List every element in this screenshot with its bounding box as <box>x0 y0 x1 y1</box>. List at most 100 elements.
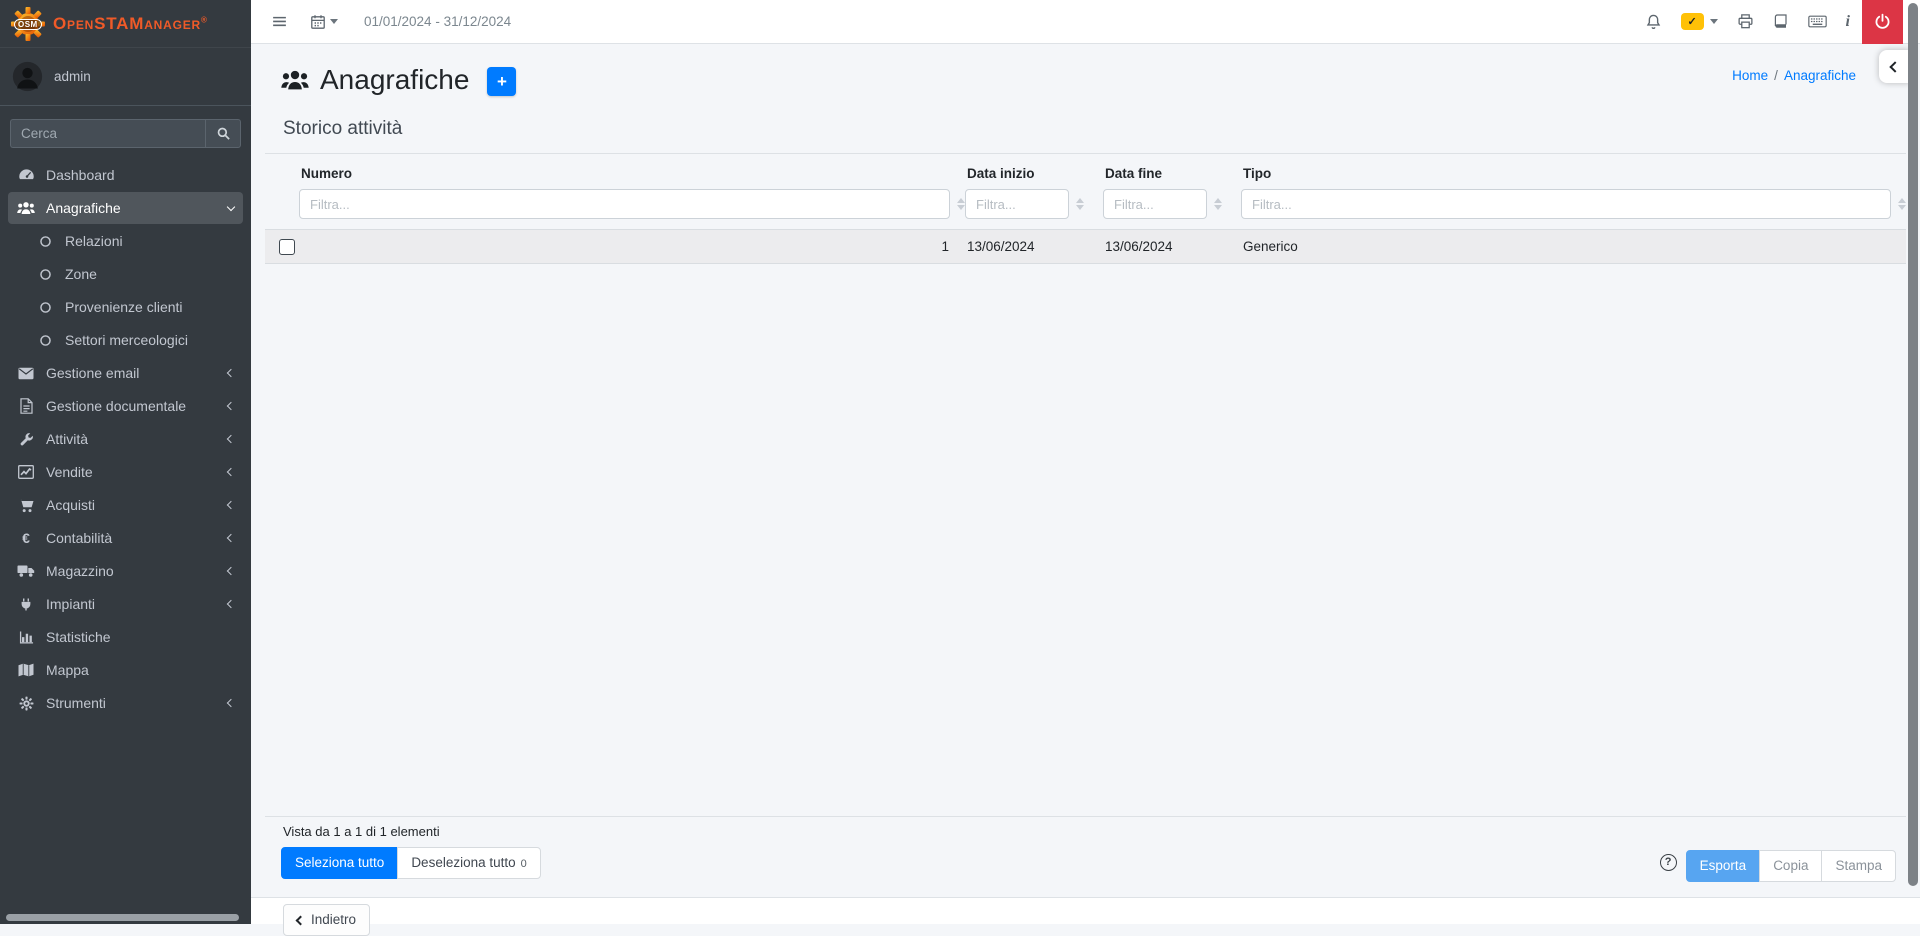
sidebar-item-provenienze-clienti[interactable]: Provenienze clienti <box>8 291 243 323</box>
sidebar-item-gestione-email[interactable]: Gestione email <box>8 357 243 389</box>
column-header-tipo[interactable]: Tipo <box>1241 154 1906 187</box>
vertical-scrollbar[interactable] <box>1908 3 1918 886</box>
users-icon <box>281 69 309 91</box>
back-button[interactable]: Indietro <box>283 904 371 936</box>
breadcrumb-current[interactable]: Anagrafiche <box>1784 68 1856 83</box>
date-range[interactable]: 01/01/2024 - 31/12/2024 <box>364 14 511 29</box>
sidebar-item-contabilita[interactable]: € Contabilità <box>8 522 243 554</box>
chart-bar-icon <box>17 630 35 645</box>
sidebar-item-impianti[interactable]: Impianti <box>8 588 243 620</box>
circle-icon <box>36 235 54 248</box>
calendar-icon <box>310 14 326 30</box>
envelope-icon <box>17 367 35 380</box>
list-footer: Vista da 1 a 1 di 1 elementi Seleziona t… <box>281 817 1896 883</box>
sidebar-item-label: Gestione documentale <box>46 398 187 414</box>
sidebar-item-dashboard[interactable]: Dashboard <box>8 158 243 191</box>
side-panel-toggle[interactable] <box>1879 50 1910 83</box>
deselect-all-button[interactable]: Deseleziona tutto 0 <box>397 847 541 880</box>
table-row[interactable]: 1 13/06/2024 13/06/2024 Generico <box>265 229 1906 264</box>
chevron-left-icon <box>226 368 236 378</box>
user-panel[interactable]: admin <box>0 48 251 106</box>
search-icon <box>216 126 231 141</box>
caret-down-icon <box>1709 19 1718 24</box>
section-title: Storico attività <box>283 118 403 139</box>
registered-mark: ® <box>201 14 208 24</box>
info-icon[interactable]: i <box>1846 13 1850 31</box>
search-input[interactable] <box>10 119 205 148</box>
avatar <box>12 61 43 92</box>
sidebar-item-label: Relazioni <box>65 233 123 249</box>
chevron-left-icon <box>226 467 236 477</box>
truck-icon <box>17 564 35 578</box>
bell-icon[interactable] <box>1645 13 1662 31</box>
page-footer: Indietro <box>251 897 1920 936</box>
filter-input-data-inizio[interactable] <box>965 189 1069 219</box>
chevron-left-icon <box>1888 60 1901 73</box>
page-title: Anagrafiche <box>320 63 470 95</box>
power-icon <box>1874 13 1891 30</box>
brand-name: OpenSTAManager® <box>53 13 208 33</box>
circle-icon <box>36 268 54 281</box>
sidebar-item-settori-merceologici[interactable]: Settori merceologici <box>8 324 243 356</box>
sidebar-item-vendite[interactable]: Vendite <box>8 456 243 488</box>
search-button[interactable] <box>205 119 241 148</box>
sort-arrows-icon[interactable] <box>1076 198 1084 210</box>
chevron-left-icon <box>226 434 236 444</box>
select-all-button[interactable]: Seleziona tutto <box>281 847 399 880</box>
sidebar-item-relazioni[interactable]: Relazioni <box>8 225 243 257</box>
sidebar-item-label: Impianti <box>46 596 96 612</box>
page-header: Anagrafiche + Home / Anagrafiche <box>281 64 1896 96</box>
sort-arrows-icon[interactable] <box>1898 198 1906 210</box>
sidebar-item-label: Vendite <box>46 464 93 480</box>
sidebar-item-label: Gestione email <box>46 365 140 381</box>
caret-down-icon <box>330 19 338 24</box>
sidebar-item-statistiche[interactable]: Statistiche <box>8 621 243 653</box>
sidebar-item-gestione-documentale[interactable]: Gestione documentale <box>8 390 243 422</box>
sort-arrows-icon[interactable] <box>957 198 965 210</box>
sidebar-item-label: Zone <box>65 266 97 282</box>
printer-icon[interactable] <box>1737 13 1754 30</box>
row-checkbox[interactable] <box>279 238 295 255</box>
print-button[interactable]: Stampa <box>1821 850 1896 883</box>
chevron-left-icon <box>226 566 236 576</box>
chart-line-icon <box>17 465 35 479</box>
hamburger-menu-icon[interactable] <box>271 13 288 30</box>
sort-arrows-icon[interactable] <box>1214 198 1222 210</box>
sidebar-item-label: Mappa <box>46 662 89 678</box>
circle-icon <box>36 334 54 347</box>
breadcrumb-home-link[interactable]: Home <box>1732 68 1768 83</box>
sidebar-item-label: Anagrafiche <box>46 200 121 216</box>
sidebar-item-strumenti[interactable]: Strumenti <box>8 687 243 719</box>
export-button[interactable]: Esporta <box>1685 850 1761 883</box>
filter-input-data-fine[interactable] <box>1103 189 1207 219</box>
sidebar-item-label: Dashboard <box>46 166 115 183</box>
logout-button[interactable] <box>1862 0 1903 44</box>
cell-numero: 1 <box>941 239 949 254</box>
column-header-numero[interactable]: Numero <box>299 154 965 187</box>
sidebar-item-attivita[interactable]: Attività <box>8 423 243 455</box>
sidebar-horizontal-scrollbar[interactable] <box>6 914 239 921</box>
sidebar-item-label: Contabilità <box>46 530 113 546</box>
copy-button[interactable]: Copia <box>1759 850 1823 883</box>
update-status[interactable]: ✓ <box>1680 13 1718 30</box>
sidebar-item-acquisti[interactable]: Acquisti <box>8 489 243 521</box>
calendar-picker[interactable] <box>310 14 338 30</box>
book-icon[interactable] <box>1773 13 1789 30</box>
sidebar-item-label: Statistiche <box>46 629 111 645</box>
cell-data-inizio: 13/06/2024 <box>967 239 1035 254</box>
filter-input-numero[interactable] <box>299 189 950 219</box>
map-icon <box>17 663 35 677</box>
keyboard-icon[interactable] <box>1807 14 1827 29</box>
column-header-data-fine[interactable]: Data fine <box>1103 154 1241 187</box>
sidebar-item-label: Settori merceologici <box>65 332 188 348</box>
help-icon[interactable]: ? <box>1659 853 1677 871</box>
filter-input-tipo[interactable] <box>1241 189 1891 219</box>
brand[interactable]: OSM OpenSTAManager® <box>0 0 251 48</box>
sidebar-item-anagrafiche[interactable]: Anagrafiche <box>8 192 243 224</box>
sidebar-item-zone[interactable]: Zone <box>8 258 243 290</box>
tachometer-icon <box>17 166 35 183</box>
sidebar-item-mappa[interactable]: Mappa <box>8 654 243 686</box>
sidebar-item-magazzino[interactable]: Magazzino <box>8 555 243 587</box>
add-record-button[interactable]: + <box>487 67 517 96</box>
column-header-data-inizio[interactable]: Data inizio <box>965 154 1103 187</box>
